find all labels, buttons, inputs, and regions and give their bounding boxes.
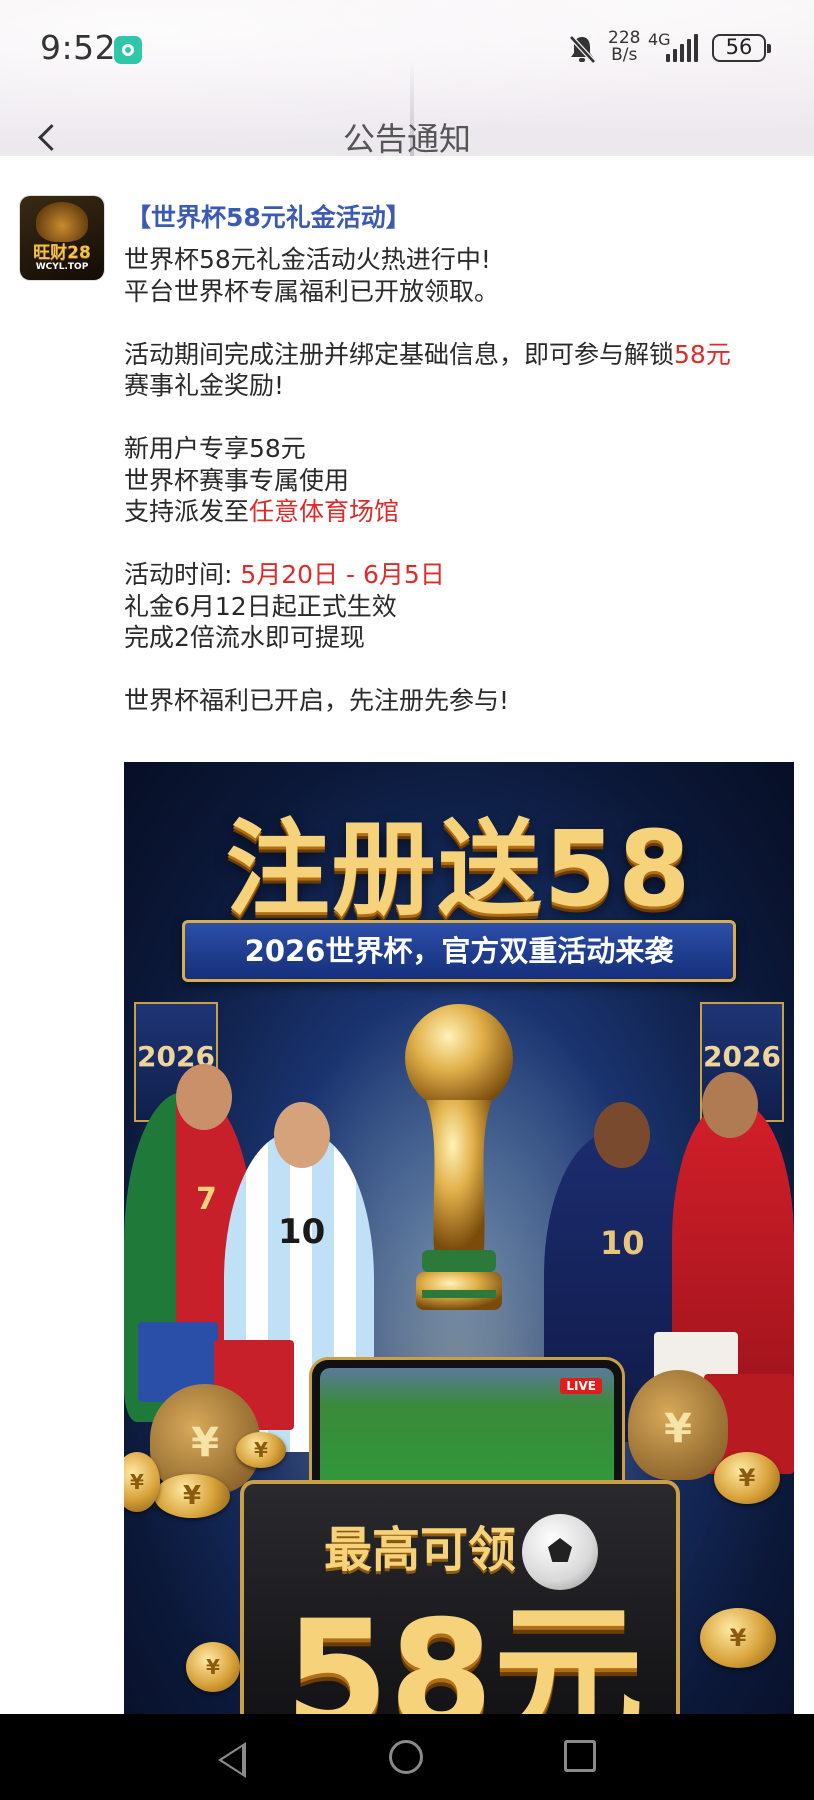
- body-line: 完成2倍流水即可提现: [124, 623, 365, 652]
- body-line: 世界杯福利已开启，先注册先参与!: [124, 686, 510, 715]
- message-title: 【世界杯58元礼金活动】: [126, 203, 411, 232]
- player-head: [274, 1102, 330, 1168]
- coin: ¥: [186, 1642, 240, 1692]
- highlight-date: 5月20日 - 6月5日: [240, 560, 445, 589]
- system-nav-bar: [0, 1714, 814, 1800]
- money-bag: ¥: [628, 1370, 728, 1480]
- jersey-number: 10: [278, 1212, 326, 1252]
- jersey-number: 7: [196, 1182, 217, 1217]
- player-head: [176, 1064, 232, 1130]
- page-title: 公告通知: [342, 120, 471, 156]
- yuan-symbol: ¥: [664, 1406, 692, 1452]
- mascot-logo: [36, 202, 88, 242]
- plaque-line2: 58元: [284, 1589, 644, 1714]
- top-bar: 9:52 228 B/s 4G 56 公告通知: [0, 0, 814, 156]
- battery-icon: 56: [712, 34, 771, 62]
- nav-recents-icon[interactable]: [564, 1740, 596, 1772]
- soccer-ball-icon: [522, 1514, 598, 1590]
- highlight-amount: 58元: [674, 339, 731, 369]
- signal-bars-icon: [666, 34, 698, 62]
- body-line: 支持派发至任意体育场馆: [124, 496, 784, 528]
- battery-level: 56: [725, 35, 753, 59]
- coin: ¥: [154, 1474, 230, 1518]
- coin: ¥: [714, 1452, 780, 1504]
- body-line: 赛事礼金奖励!: [124, 371, 285, 400]
- phone-screen: LIVE: [320, 1368, 614, 1494]
- reward-plaque: 最高可领 58元: [240, 1480, 680, 1714]
- bell-off-icon: [569, 35, 596, 64]
- status-bar: 9:52 228 B/s 4G 56: [0, 22, 814, 78]
- body-text: 支持派发至: [124, 497, 250, 526]
- avatar-site: WCYL.TOP: [35, 262, 89, 272]
- body-line: 新用户专享58元: [124, 434, 306, 463]
- body-line: 活动期间完成注册并绑定基础信息，即可参与解锁58元: [124, 339, 784, 371]
- player-head: [594, 1102, 650, 1168]
- body-line: 世界杯赛事专属使用: [124, 465, 350, 495]
- net-speed: 228 B/s: [608, 30, 640, 64]
- body-line: 礼金6月12日起正式生效: [124, 591, 397, 621]
- coin: ¥: [700, 1608, 776, 1668]
- avatar-brand: 旺财28: [33, 243, 91, 263]
- body-text: 活动期间完成注册并绑定基础信息，即可参与解锁: [124, 339, 675, 369]
- coin: ¥: [236, 1432, 286, 1468]
- nav-home-icon[interactable]: [389, 1740, 423, 1774]
- body-line: 平台世界杯专属福利已开放领取。: [124, 276, 500, 306]
- body-line: 活动时间: 5月20日 - 6月5日: [124, 559, 784, 591]
- status-time: 9:52: [40, 28, 117, 67]
- body-line: 世界杯58元礼金活动火热进行中!: [124, 245, 491, 274]
- poster-ribbon: 2026世界杯，官方双重活动来袭: [182, 920, 736, 982]
- world-cup-trophy: [405, 1004, 513, 1310]
- message-body: 世界杯58元礼金活动火热进行中! 平台世界杯专属福利已开放领取。 活动期间完成注…: [124, 244, 784, 717]
- promo-poster-image[interactable]: 注册送58 2026世界杯，官方双重活动来袭 2026 2026 7 10 10: [124, 762, 794, 1714]
- poster-headline: 注册送58: [225, 808, 693, 930]
- nav-back-icon[interactable]: [218, 1742, 246, 1778]
- highlight-venue: 任意体育场馆: [249, 497, 400, 526]
- net-speed-unit: B/s: [611, 45, 638, 65]
- body-text: 活动时间:: [124, 560, 241, 589]
- app-notification-icon: [114, 36, 142, 64]
- live-badge: LIVE: [560, 1378, 602, 1394]
- jersey-number: 10: [600, 1224, 645, 1262]
- player-head: [702, 1072, 758, 1138]
- avatar[interactable]: 旺财28 WCYL.TOP: [20, 196, 104, 280]
